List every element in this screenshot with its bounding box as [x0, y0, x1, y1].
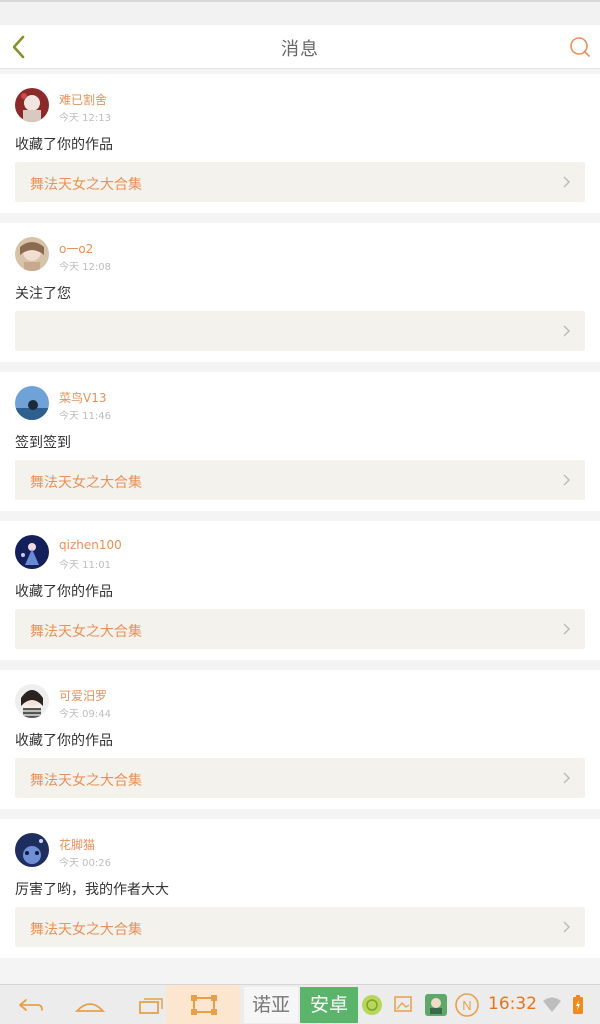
notify-green-icon[interactable] [361, 993, 383, 1017]
avatar-image [15, 237, 49, 271]
message-text: 签到签到 [15, 435, 71, 451]
work-title: 舞法天女之大合集 [30, 475, 142, 491]
message-text: 收藏了你的作品 [15, 584, 113, 600]
timestamp: 今天 11:46 [59, 411, 111, 422]
timestamp: 今天 09:44 [59, 709, 111, 720]
username[interactable]: o一o2 [59, 240, 93, 257]
top-strip [0, 0, 600, 25]
message-text: 关注了您 [15, 286, 71, 302]
gallery-notify-icon[interactable] [393, 994, 413, 1016]
chevron-right-icon [563, 176, 571, 188]
chevron-right-icon [563, 474, 571, 486]
message-card: 花脚猫 今天 00:26 厉害了哟，我的作者大大 舞法天女之大合集 [0, 819, 600, 958]
wifi-status [542, 996, 562, 1014]
username[interactable]: 花脚猫 [59, 836, 95, 853]
avatar-image [15, 535, 49, 569]
page-title: 消息 [281, 39, 319, 60]
wifi-icon [543, 997, 561, 1012]
chevron-right-icon [563, 325, 571, 337]
system-navbar: 诺亚 安卓 N 16:32 [0, 984, 600, 1024]
work-link[interactable]: 舞法天女之大合集 [15, 609, 585, 649]
svg-text:N: N [462, 998, 471, 1013]
message-text: 厉害了哟，我的作者大大 [15, 882, 169, 898]
chevron-right-icon [563, 921, 571, 933]
work-link[interactable] [15, 311, 585, 351]
avatar[interactable] [15, 833, 49, 867]
message-text: 收藏了你的作品 [15, 137, 113, 153]
ime-option-android[interactable]: 安卓 [300, 987, 358, 1023]
username[interactable]: qizhen100 [59, 538, 122, 552]
work-title: 舞法天女之大合集 [30, 624, 142, 640]
avatar[interactable] [15, 684, 49, 718]
work-link[interactable]: 舞法天女之大合集 [15, 907, 585, 947]
message-card: qizhen100 今天 11:01 收藏了你的作品 舞法天女之大合集 [0, 521, 600, 660]
timestamp: 今天 00:26 [59, 858, 111, 869]
timestamp: 今天 11:01 [59, 560, 111, 571]
header-bar: 消息 [0, 25, 600, 69]
recent-apps-button[interactable] [136, 991, 166, 1019]
battery-status [571, 994, 585, 1016]
avatar[interactable] [15, 386, 49, 420]
work-link[interactable]: 舞法天女之大合集 [15, 758, 585, 798]
work-link[interactable]: 舞法天女之大合集 [15, 162, 585, 202]
username[interactable]: 难已割舍 [59, 91, 107, 108]
n-app-notify-icon[interactable]: N [455, 992, 479, 1018]
avatar-image [15, 833, 49, 867]
work-title: 舞法天女之大合集 [30, 773, 142, 789]
avatar-image [15, 88, 49, 122]
screenshot-button[interactable] [166, 985, 240, 1024]
recent-apps-icon [139, 998, 163, 1014]
home-nav-button[interactable] [74, 991, 106, 1019]
app-notify-icon[interactable] [424, 992, 448, 1018]
message-card: o一o2 今天 12:08 关注了您 [0, 223, 600, 362]
n-badge-icon: N [455, 993, 479, 1017]
message-list: 难已割舍 今天 12:13 收藏了你的作品 舞法天女之大合集 o一o2 今天 1… [0, 74, 600, 968]
work-title: 舞法天女之大合集 [30, 177, 142, 193]
message-card: 可爱汨罗 今天 09:44 收藏了你的作品 舞法天女之大合集 [0, 670, 600, 809]
chevron-right-icon [563, 772, 571, 784]
search-button[interactable] [568, 35, 592, 59]
avatar[interactable] [15, 88, 49, 122]
avatar-image [15, 684, 49, 718]
green-circle-icon [362, 995, 382, 1015]
work-title: 舞法天女之大合集 [30, 922, 142, 938]
back-arrow-icon [19, 999, 43, 1011]
message-text: 收藏了你的作品 [15, 733, 113, 749]
work-link[interactable]: 舞法天女之大合集 [15, 460, 585, 500]
message-card: 难已割舍 今天 12:13 收藏了你的作品 舞法天女之大合集 [0, 74, 600, 213]
app-icon [425, 994, 447, 1016]
avatar[interactable] [15, 535, 49, 569]
message-card: 菜鸟V13 今天 11:46 签到签到 舞法天女之大合集 [0, 372, 600, 511]
chevron-right-icon [563, 623, 571, 635]
image-icon [394, 996, 412, 1012]
avatar[interactable] [15, 237, 49, 271]
screenshot-icon [191, 995, 217, 1015]
username[interactable]: 菜鸟V13 [59, 389, 106, 406]
avatar-image [15, 386, 49, 420]
battery-charging-icon [573, 995, 583, 1014]
search-icon [570, 37, 590, 57]
ime-option-noah[interactable]: 诺亚 [244, 987, 298, 1023]
back-nav-button[interactable] [16, 991, 46, 1019]
home-icon [74, 1003, 106, 1012]
timestamp: 今天 12:13 [59, 113, 111, 124]
status-clock: 16:32 [488, 994, 537, 1014]
username[interactable]: 可爱汨罗 [59, 687, 107, 704]
timestamp: 今天 12:08 [59, 262, 111, 273]
